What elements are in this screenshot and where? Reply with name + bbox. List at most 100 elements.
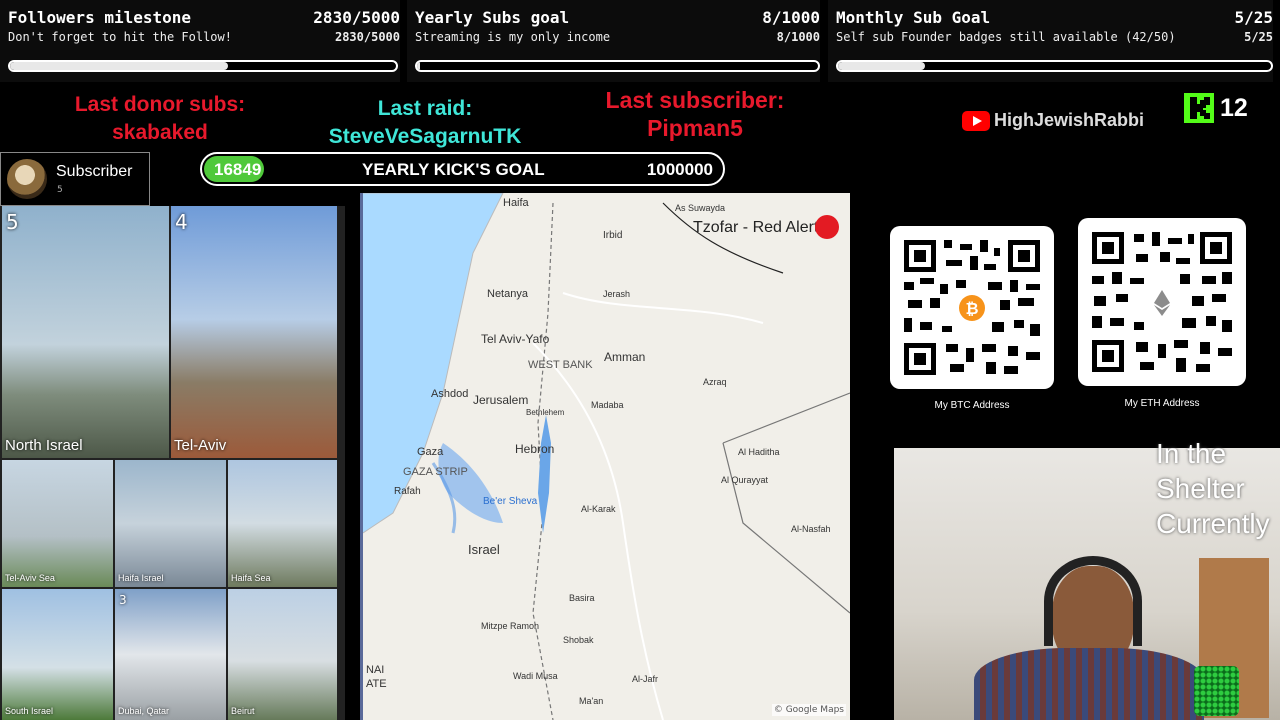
map-place-label: Shobak — [563, 635, 594, 645]
dead-sea — [538, 415, 551, 533]
youtube-handle-text: HighJewishRabbi — [994, 110, 1145, 130]
map-place-label: As Suwayda — [675, 203, 726, 213]
followers-goal: Followers milestone 2830/5000 Don't forg… — [0, 0, 400, 82]
shelter-line: Currently — [1156, 508, 1270, 539]
alert-region — [438, 443, 503, 523]
shelter-line: In the — [1156, 438, 1227, 469]
kick-goal-bar: 16849 YEARLY KICK'S GOAL 1000000 — [200, 152, 725, 186]
camera-label: North Israel — [5, 437, 83, 454]
goal-subtitle: Streaming is my only income — [415, 30, 611, 44]
goal-count-secondary: 8/1000 — [776, 30, 820, 44]
kick-goal-current: 16849 — [214, 160, 262, 179]
subscriber-widget: Subscriber 5 — [0, 152, 150, 206]
goal-count: 5/25 — [1234, 8, 1273, 27]
camera-grid: 5 North Israel 4 Tel-Aviv Tel-Aviv Sea H… — [0, 206, 345, 720]
border-line — [722, 392, 850, 614]
map-credit: © Google Maps — [771, 704, 846, 716]
map-place-label: Al-Jafr — [632, 674, 659, 684]
map-place-label: Ma'an — [579, 696, 604, 706]
goal-count: 2830/5000 — [313, 8, 400, 27]
goal-progress-bar — [8, 60, 398, 72]
map-place-label: Be'er Sheva — [483, 496, 538, 507]
last-donor-name: skabaked — [112, 121, 208, 144]
map-place-label: Amman — [604, 350, 646, 364]
red-alert-title: Tzofar - Red Alert — [693, 219, 819, 236]
camera-feed: Beirut — [228, 589, 337, 720]
goal-count: 8/1000 — [762, 8, 820, 27]
map-place-label: GAZA STRIP — [403, 466, 468, 478]
youtube-handle: HighJewishRabbi — [962, 110, 1145, 132]
goal-count-secondary: 5/25 — [1244, 30, 1273, 44]
last-subscriber-label: Last subscriber: — [605, 87, 785, 113]
map-place-label: Jerash — [603, 289, 631, 299]
eth-address-label: My ETH Address — [1124, 398, 1200, 409]
camera-feed: 4 Tel-Aviv — [171, 206, 337, 458]
last-subscriber-name: Pipman5 — [647, 115, 743, 141]
svg-text:₿: ₿ — [965, 299, 978, 318]
map-place-label: WEST BANK — [528, 359, 593, 371]
camera-label: South Israel — [5, 706, 54, 716]
green-cup — [1194, 666, 1239, 716]
camera-label: Haifa Sea — [231, 573, 271, 583]
map-place-label: Hebron — [515, 442, 555, 456]
map-place-label: Madaba — [591, 400, 624, 410]
camera-feed: 3 Dubai, Qatar — [115, 589, 226, 720]
camera-label: Tel-Aviv — [174, 437, 227, 454]
road — [562, 292, 764, 324]
last-raid-name: SteveVeSagarnuTK — [328, 125, 522, 148]
map-place-label: Al-Nasfah — [791, 524, 831, 534]
map-place-label: Haifa — [503, 197, 529, 209]
goal-count-secondary: 2830/5000 — [334, 30, 400, 44]
last-donor: Last donor subs: skabaked — [40, 91, 280, 147]
map-place-label: Azraq — [703, 377, 727, 387]
map-place-label: Irbid — [603, 230, 623, 241]
subscriber-count: 5 — [57, 185, 63, 195]
goal-progress-bar — [836, 60, 1273, 72]
goal-subtitle: Don't forget to hit the Follow! — [8, 30, 232, 44]
camera-number: 4 — [175, 210, 188, 234]
camera-label: Dubai, Qatar — [118, 706, 170, 716]
map-place-label: Ashdod — [431, 388, 469, 400]
map-place-label: Wadi Musa — [513, 671, 558, 681]
map-place-label: Jerusalem — [473, 393, 529, 407]
goal-progress-fill — [417, 62, 421, 70]
map-place-label: NAI ATE — [366, 664, 387, 690]
goal-progress-bar — [415, 60, 820, 72]
kick-viewer-count: 12 — [1220, 94, 1248, 122]
eth-qr-code[interactable] — [1078, 218, 1246, 386]
avatar — [7, 159, 47, 199]
camera-label: Tel-Aviv Sea — [5, 573, 55, 583]
camera-number: 5 — [6, 210, 19, 234]
streamer-shirt — [974, 648, 1204, 720]
last-raid: Last raid: SteveVeSagarnuTK — [300, 95, 550, 151]
qr-graphic — [1092, 232, 1232, 372]
red-alert-map: Tzofar - Red Alert Haifa Netanya Tel Avi… — [360, 193, 850, 720]
headphones — [1044, 556, 1142, 646]
goal-subtitle: Self sub Founder badges still available … — [836, 30, 1176, 44]
btc-qr-code[interactable]: ₿ — [890, 226, 1054, 389]
last-subscriber: Last subscriber: Pipman5 — [570, 86, 820, 142]
camera-label: Beirut — [231, 706, 255, 716]
map-place-label: Tel Aviv-Yafo — [481, 332, 550, 346]
goal-title: Followers milestone — [8, 8, 192, 27]
map-place-label: Israel — [468, 542, 500, 557]
map-place-label: Mitzpe Ramon — [481, 621, 540, 631]
kick-goal-label: YEARLY KICK'S GOAL — [362, 160, 545, 179]
last-raid-label: Last raid: — [377, 97, 473, 120]
map-place-label: Basira — [569, 593, 595, 603]
camera-feed: Tel-Aviv Sea — [2, 460, 113, 587]
shelter-status: In the Shelter Currently — [1156, 436, 1270, 541]
monthly-sub-goal: Monthly Sub Goal 5/25 Self sub Founder b… — [828, 0, 1273, 82]
shelter-line: Shelter — [1156, 473, 1245, 504]
map-place-label: Al Qurayyat — [721, 475, 769, 485]
goal-title: Monthly Sub Goal — [836, 8, 991, 27]
subscriber-label: Subscriber — [56, 163, 133, 180]
camera-feed: 5 North Israel — [2, 206, 169, 458]
goal-progress-fill — [10, 62, 229, 70]
goal-progress-fill — [838, 62, 925, 70]
map-place-label: Gaza — [417, 446, 444, 458]
map-place-label: Al Haditha — [738, 447, 780, 457]
camera-feed: South Israel — [2, 589, 113, 720]
map-place-label: Bethlehem — [526, 408, 565, 417]
camera-number: 3 — [119, 593, 127, 607]
